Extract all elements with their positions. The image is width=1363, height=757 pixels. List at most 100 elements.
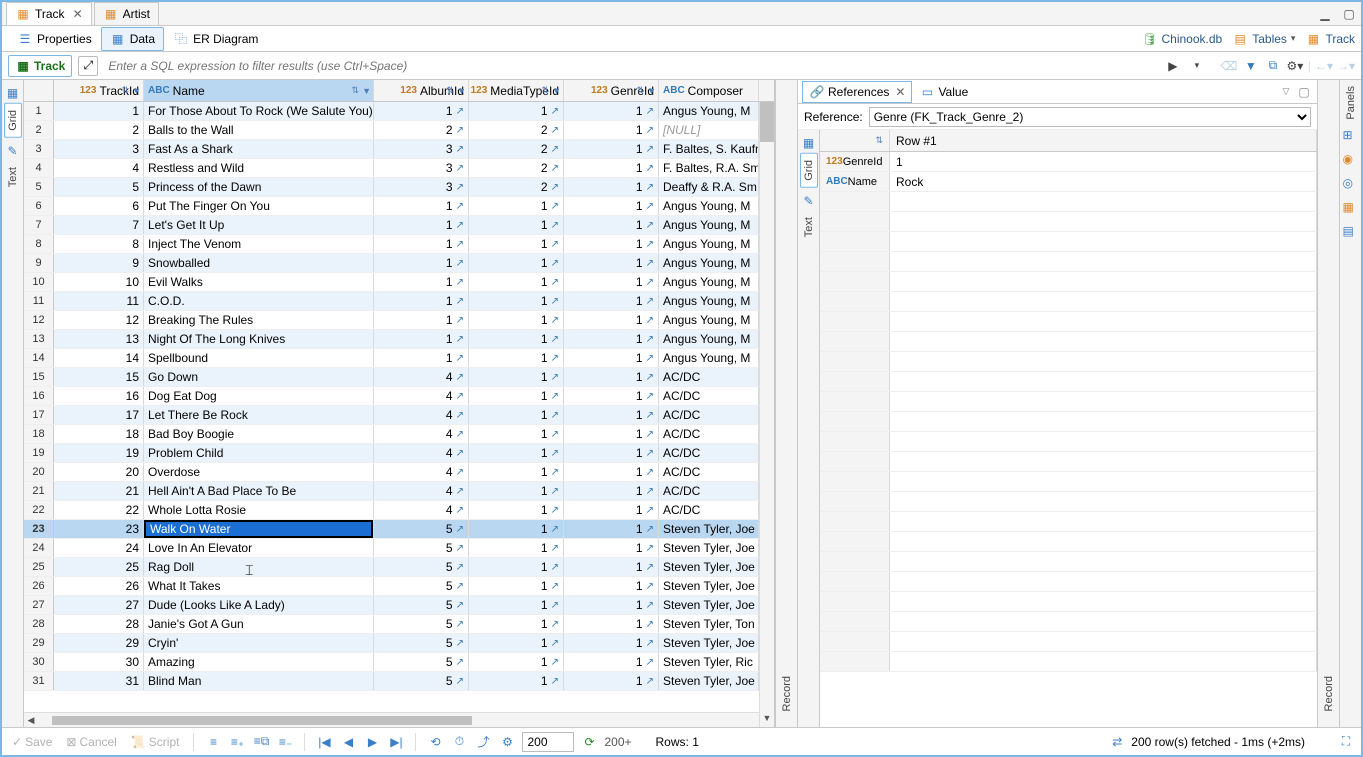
cell-genreid[interactable]: 1↗ (564, 311, 659, 329)
table-row[interactable]: 2929Cryin'5↗1↗1↗Steven Tyler, Joe (24, 634, 774, 653)
cell-composer[interactable]: Angus Young, M (659, 235, 759, 253)
cell-trackid[interactable]: 10 (54, 273, 144, 291)
cell-composer[interactable]: Steven Tyler, Joe (659, 672, 759, 690)
cell-albumid[interactable]: 5↗ (374, 577, 469, 595)
cell-mediatypeid[interactable]: 1↗ (469, 672, 564, 690)
gear-icon[interactable]: ⚙ (498, 733, 516, 751)
reference-select[interactable]: Genre (FK_Track_Genre_2) (869, 107, 1311, 127)
vertical-scrollbar[interactable]: ▲ ▼ (759, 102, 774, 727)
cell-albumid[interactable]: 3↗ (374, 178, 469, 196)
cell-genreid[interactable]: 1↗ (564, 178, 659, 196)
close-icon[interactable]: ✕ (895, 85, 905, 99)
cell-mediatypeid[interactable]: 1↗ (469, 577, 564, 595)
fk-link-icon[interactable]: ↗ (456, 619, 464, 630)
row-index[interactable]: 24 (24, 539, 54, 557)
cell-albumid[interactable]: 4↗ (374, 425, 469, 443)
cell-composer[interactable]: AC/DC (659, 463, 759, 481)
cell-composer[interactable]: Steven Tyler, Ric (659, 653, 759, 671)
table-row[interactable]: 2626What It Takes5↗1↗1↗Steven Tyler, Joe (24, 577, 774, 596)
cell-genreid[interactable]: 1↗ (564, 463, 659, 481)
cell-albumid[interactable]: 4↗ (374, 387, 469, 405)
tab-value[interactable]: ▭ Value (912, 81, 975, 103)
cell-genreid[interactable]: 1↗ (564, 368, 659, 386)
cell-name[interactable]: Cryin' (144, 634, 374, 652)
table-row[interactable]: 11For Those About To Rock (We Salute You… (24, 102, 774, 121)
row-index[interactable]: 23 (24, 520, 54, 538)
table-row[interactable]: 1717Let There Be Rock4↗1↗1↗AC/DC (24, 406, 774, 425)
table-row[interactable]: 66Put The Finger On You1↗1↗1↗Angus Young… (24, 197, 774, 216)
row-index[interactable]: 6 (24, 197, 54, 215)
row-index[interactable]: 22 (24, 501, 54, 519)
cell-mediatypeid[interactable]: 1↗ (469, 254, 564, 272)
cell-name[interactable]: Rag Doll (144, 558, 374, 576)
cell-composer[interactable]: Angus Young, M (659, 254, 759, 272)
cell-albumid[interactable]: 1↗ (374, 311, 469, 329)
cell-trackid[interactable]: 29 (54, 634, 144, 652)
table-row[interactable]: 2727Dude (Looks Like A Lady)5↗1↗1↗Steven… (24, 596, 774, 615)
table-row[interactable]: 1111C.O.D.1↗1↗1↗Angus Young, M (24, 292, 774, 311)
cell-trackid[interactable]: 12 (54, 311, 144, 329)
cell-mediatypeid[interactable]: 2↗ (469, 140, 564, 158)
cell-name[interactable]: Spellbound (144, 349, 374, 367)
cell-name[interactable]: Dog Eat Dog (144, 387, 374, 405)
duplicate-row-icon[interactable]: ≡⧉ (252, 733, 270, 751)
cell-name[interactable]: Put The Finger On You (144, 197, 374, 215)
row-index[interactable]: 15 (24, 368, 54, 386)
fk-link-icon[interactable]: ↗ (456, 581, 464, 592)
cell-mediatypeid[interactable]: 1↗ (469, 368, 564, 386)
filter-icon[interactable]: ▼ (457, 86, 466, 96)
fk-link-icon[interactable]: ↗ (551, 638, 559, 649)
cell-trackid[interactable]: 30 (54, 653, 144, 671)
cell-genreid[interactable]: 1↗ (564, 406, 659, 424)
cell-trackid[interactable]: 2 (54, 121, 144, 139)
panels-label[interactable]: Panels (1345, 86, 1357, 120)
cell-trackid[interactable]: 25 (54, 558, 144, 576)
cell-genreid[interactable]: 1↗ (564, 216, 659, 234)
ref-value[interactable]: Rock (890, 172, 1317, 191)
panel-icon-5[interactable]: ▤ (1343, 224, 1359, 240)
fk-link-icon[interactable]: ↗ (646, 277, 654, 288)
fk-link-icon[interactable]: ↗ (646, 467, 654, 478)
table-row[interactable]: 1616Dog Eat Dog4↗1↗1↗AC/DC (24, 387, 774, 406)
cell-composer[interactable]: AC/DC (659, 444, 759, 462)
cell-name[interactable]: Night Of The Long Knives (144, 330, 374, 348)
table-row[interactable]: 1313Night Of The Long Knives1↗1↗1↗Angus … (24, 330, 774, 349)
fk-link-icon[interactable]: ↗ (551, 486, 559, 497)
fk-link-icon[interactable]: ↗ (646, 182, 654, 193)
breadcrumb-tables[interactable]: ▤ Tables ▾ (1232, 31, 1295, 47)
cell-name[interactable]: What It Takes (144, 577, 374, 595)
cell-genreid[interactable]: 1↗ (564, 672, 659, 690)
panel-icon-3[interactable]: ◎ (1343, 176, 1359, 192)
cell-name[interactable]: Evil Walks (144, 273, 374, 291)
cell-albumid[interactable]: 5↗ (374, 558, 469, 576)
fk-link-icon[interactable]: ↗ (551, 657, 559, 668)
tab-references[interactable]: 🔗 References ✕ (802, 81, 912, 103)
cell-trackid[interactable]: 13 (54, 330, 144, 348)
cell-trackid[interactable]: 22 (54, 501, 144, 519)
fk-link-icon[interactable]: ↗ (551, 448, 559, 459)
col-header-composer[interactable]: ABC Composer (659, 80, 759, 101)
fk-link-icon[interactable]: ↗ (646, 353, 654, 364)
table-row[interactable]: 55Princess of the Dawn3↗2↗1↗Deaffy & R.A… (24, 178, 774, 197)
fk-link-icon[interactable]: ↗ (551, 220, 559, 231)
cell-name[interactable]: Snowballed (144, 254, 374, 272)
fk-link-icon[interactable]: ↗ (551, 505, 559, 516)
fk-link-icon[interactable]: ↗ (456, 353, 464, 364)
menu-icon[interactable]: ▽ (1277, 83, 1295, 101)
sort-icon[interactable]: ⇅ (636, 85, 644, 96)
fk-link-icon[interactable]: ↗ (646, 619, 654, 630)
row-index[interactable]: 10 (24, 273, 54, 291)
cell-name[interactable]: Let There Be Rock (144, 406, 374, 424)
config-dropdown-icon[interactable]: ⚙▾ (1286, 57, 1304, 75)
col-header-mediatypeid[interactable]: 123 MediaTypeId ⇅ ▼ (469, 80, 564, 101)
cell-genreid[interactable]: 1↗ (564, 235, 659, 253)
ref-tab-grid[interactable]: Grid (800, 153, 818, 188)
cell-genreid[interactable]: 1↗ (564, 273, 659, 291)
cell-trackid[interactable]: 19 (54, 444, 144, 462)
cell-mediatypeid[interactable]: 1↗ (469, 349, 564, 367)
cell-composer[interactable]: Steven Tyler, Joe (659, 520, 759, 538)
cell-name[interactable]: Love In An Elevator (144, 539, 374, 557)
cell-mediatypeid[interactable]: 1↗ (469, 539, 564, 557)
table-row[interactable]: 3030Amazing5↗1↗1↗Steven Tyler, Ric (24, 653, 774, 672)
fk-link-icon[interactable]: ↗ (456, 410, 464, 421)
